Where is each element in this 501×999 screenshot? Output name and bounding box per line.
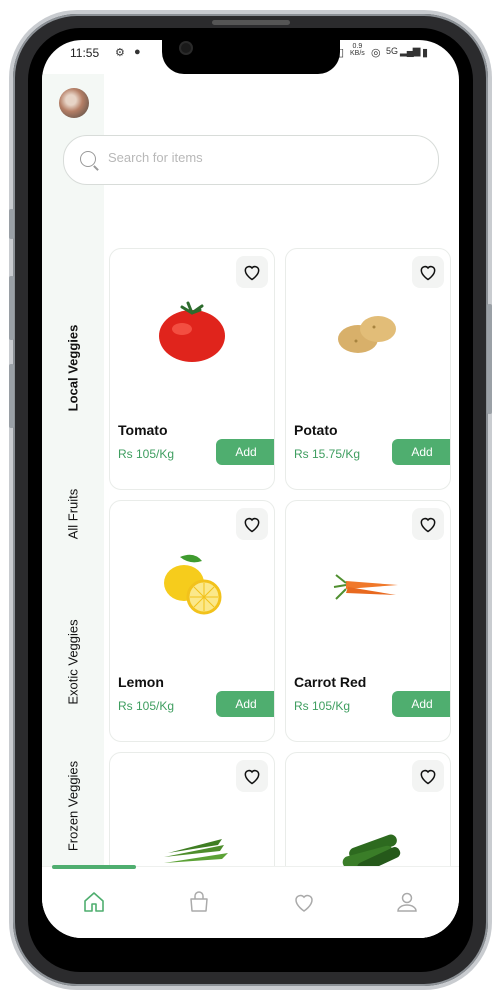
nav-profile[interactable] [394, 889, 420, 915]
product-card[interactable]: Lemon Rs 105/Kg Add [109, 500, 275, 742]
status-time: 11:55 [70, 46, 100, 60]
tomato-image [159, 301, 225, 362]
category-tab-frozen-veggies[interactable]: Frozen Veggies [66, 761, 81, 851]
category-tab-exotic-veggies[interactable]: Exotic Veggies [66, 619, 81, 704]
network-speed-value: 0.9 [352, 43, 363, 50]
nav-home[interactable] [81, 889, 107, 915]
hotspot-icon: ◎ [371, 47, 381, 59]
network-speed-unit: KB/s [350, 50, 365, 57]
product-price: Rs 105/Kg [118, 699, 175, 713]
heart-icon [244, 769, 260, 785]
product-name: Carrot Red [294, 674, 367, 690]
heart-icon [420, 265, 436, 281]
app-screen: 11:55 ⚙ ● ▯ 0.9 KB/s ◎ 5G ▂▄▆ ▮ Local Ve… [42, 40, 459, 938]
add-button[interactable]: Add [216, 439, 274, 465]
category-tab-all-fruits[interactable]: All Fruits [66, 489, 81, 540]
mute-switch [9, 209, 14, 239]
search-icon [80, 151, 96, 167]
product-card[interactable]: Carrot Red Rs 105/Kg Add [285, 500, 451, 742]
speaker [212, 20, 290, 25]
product-name: Tomato [118, 422, 168, 438]
favorite-button[interactable] [412, 508, 444, 540]
product-card[interactable]: Potato Rs 15.75/Kg Add [285, 248, 451, 490]
heart-icon [244, 517, 260, 533]
network-speed: 0.9 KB/s [350, 43, 365, 57]
add-button[interactable]: Add [392, 691, 450, 717]
heart-icon [420, 769, 436, 785]
profile-icon [397, 892, 417, 912]
category-sidebar: Local Veggies All Fruits Exotic Veggies … [42, 74, 104, 880]
battery-icon: ▮ [422, 47, 429, 59]
home-icon [84, 892, 104, 912]
message-icon: ● [134, 46, 141, 58]
bag-icon [190, 891, 208, 912]
product-price: Rs 105/Kg [118, 447, 175, 461]
lemon-image [164, 554, 222, 615]
heart-icon [244, 265, 260, 281]
signal-icon: ▂▄▆ [400, 46, 420, 57]
favorite-button[interactable] [236, 508, 268, 540]
favorite-button[interactable] [236, 760, 268, 792]
network-type: 5G [386, 46, 399, 56]
potato-image [338, 316, 396, 353]
product-price: Rs 105/Kg [294, 699, 351, 713]
category-tab-local-veggies[interactable]: Local Veggies [66, 325, 81, 412]
favorite-button[interactable] [412, 256, 444, 288]
volume-down-button [9, 364, 14, 428]
okra-image [164, 839, 228, 863]
nav-cart[interactable] [186, 889, 212, 915]
power-button [487, 304, 492, 414]
favorite-button[interactable] [412, 760, 444, 792]
avatar[interactable] [59, 88, 89, 118]
carrot-image [333, 574, 398, 600]
search-input[interactable] [106, 149, 410, 166]
add-button[interactable]: Add [392, 439, 450, 465]
add-button[interactable]: Add [216, 691, 274, 717]
search-bar[interactable] [63, 135, 439, 185]
product-name: Lemon [118, 674, 164, 690]
heart-icon [295, 894, 313, 912]
cucumber-image [342, 834, 401, 874]
front-camera [181, 43, 191, 53]
favorite-button[interactable] [236, 256, 268, 288]
settings-icon: ⚙ [115, 47, 125, 59]
nav-favorites[interactable] [291, 889, 317, 915]
active-tab-indicator [52, 865, 136, 869]
volume-up-button [9, 276, 14, 340]
bottom-navigation [42, 865, 459, 938]
product-card[interactable]: Tomato Rs 105/Kg Add [109, 248, 275, 490]
product-name: Potato [294, 422, 338, 438]
heart-icon [420, 517, 436, 533]
product-price: Rs 15.75/Kg [294, 447, 361, 461]
